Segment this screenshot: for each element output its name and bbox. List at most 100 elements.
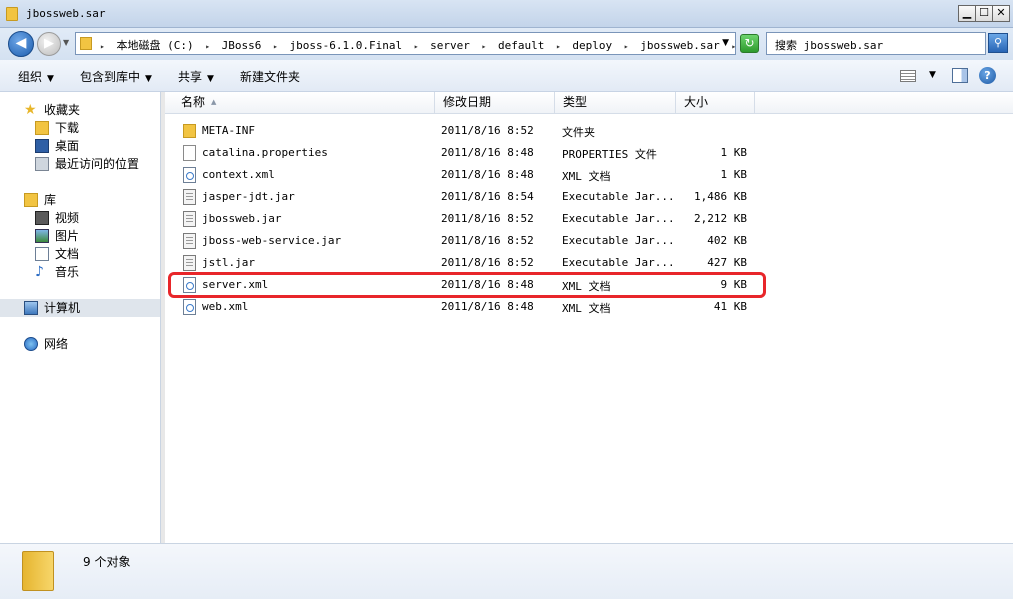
column-header-date[interactable]: 修改日期: [435, 92, 555, 113]
file-row[interactable]: jboss-web-service.jar 2011/8/16 8:52 Exe…: [165, 230, 1013, 252]
chevron-right-icon[interactable]: ▸: [205, 42, 210, 51]
close-button[interactable]: ✕: [992, 5, 1010, 22]
maximize-button[interactable]: ☐: [975, 5, 993, 22]
file-size: 1,486 KB: [694, 190, 747, 203]
nav-label: 音乐: [55, 265, 80, 279]
file-type: 文件夹: [562, 126, 595, 139]
address-bar[interactable]: ▸ 本地磁盘 (C:) ▸ JBoss6 ▸ jboss-6.1.0.Final…: [75, 32, 736, 55]
file-row[interactable]: context.xml 2011/8/16 8:48 XML 文档 1 KB: [165, 164, 1013, 186]
chevron-right-icon[interactable]: ▸: [100, 42, 105, 51]
view-options-icon[interactable]: [900, 70, 916, 82]
file-row[interactable]: META-INF 2011/8/16 8:52 文件夹: [165, 120, 1013, 142]
network-icon: [24, 337, 38, 351]
file-row[interactable]: jbossweb.jar 2011/8/16 8:52 Executable J…: [165, 208, 1013, 230]
file-date: 2011/8/16 8:52: [441, 124, 534, 137]
nav-favorites[interactable]: ★ 收藏夹: [0, 101, 160, 119]
nav-desktop[interactable]: 桌面: [0, 137, 160, 155]
help-icon[interactable]: ?: [979, 67, 996, 84]
star-icon: ★: [24, 102, 37, 118]
nav-documents[interactable]: 文档: [0, 245, 160, 263]
share-menu[interactable]: 共享 ▼: [178, 68, 214, 85]
chevron-right-icon[interactable]: ▸: [731, 42, 736, 51]
chevron-right-icon[interactable]: ▸: [273, 42, 278, 51]
nav-label: 库: [44, 193, 57, 207]
details-pane: 9 个对象: [0, 543, 1013, 599]
include-in-library-label: 包含到库中: [80, 70, 141, 84]
chevron-right-icon[interactable]: ▸: [482, 42, 487, 51]
nav-recent[interactable]: 最近访问的位置: [0, 155, 160, 173]
window-title: jbossweb.sar: [26, 7, 106, 20]
file-row[interactable]: jasper-jdt.jar 2011/8/16 8:54 Executable…: [165, 186, 1013, 208]
share-label: 共享: [178, 70, 203, 84]
back-button[interactable]: ◀: [8, 31, 34, 57]
column-header-size[interactable]: 大小: [676, 92, 755, 113]
forward-button[interactable]: ▶: [37, 32, 61, 56]
navigation-pane: ★ 收藏夹 下载 桌面 最近访问的位置 库 视频 图片 文档 ♪ 音乐 计算机 …: [0, 92, 161, 543]
minimize-button[interactable]: ▁: [958, 5, 976, 22]
nav-computer[interactable]: 计算机: [0, 299, 160, 317]
file-row[interactable]: catalina.properties 2011/8/16 8:48 PROPE…: [165, 142, 1013, 164]
chevron-right-icon[interactable]: ▸: [556, 42, 561, 51]
folder-icon: [183, 124, 196, 138]
music-icon: ♪: [35, 264, 44, 280]
breadcrumb-item[interactable]: jboss-6.1.0.Final: [289, 39, 402, 52]
jar-file-icon: [183, 233, 196, 249]
folder-icon: [80, 37, 92, 50]
chevron-down-icon[interactable]: ▼: [722, 38, 729, 48]
include-in-library-menu[interactable]: 包含到库中 ▼: [80, 68, 152, 85]
file-date: 2011/8/16 8:54: [441, 190, 534, 203]
organize-menu[interactable]: 组织 ▼: [18, 68, 54, 85]
folder-icon: [22, 551, 54, 591]
new-folder-button[interactable]: 新建文件夹: [240, 68, 300, 85]
nav-label: 计算机: [44, 301, 81, 315]
refresh-button[interactable]: ↻: [740, 34, 759, 53]
nav-network[interactable]: 网络: [0, 335, 160, 353]
nav-libraries[interactable]: 库: [0, 191, 160, 209]
column-header-type[interactable]: 类型: [555, 92, 676, 113]
search-input[interactable]: 搜索 jbossweb.sar: [766, 32, 986, 55]
preview-pane-icon[interactable]: [952, 68, 968, 83]
file-size: 2,212 KB: [694, 212, 747, 225]
file-size: 402 KB: [707, 234, 747, 247]
nav-music[interactable]: ♪ 音乐: [0, 263, 160, 281]
chevron-right-icon[interactable]: ▸: [414, 42, 419, 51]
breadcrumb-item[interactable]: jbossweb.sar: [640, 39, 719, 52]
nav-label: 视频: [55, 211, 80, 225]
breadcrumb-item[interactable]: JBoss6: [222, 39, 262, 52]
file-size: 1 KB: [720, 168, 748, 181]
nav-downloads[interactable]: 下载: [0, 119, 160, 137]
file-row[interactable]: jstl.jar 2011/8/16 8:52 Executable Jar..…: [165, 252, 1013, 274]
file-name: catalina.properties: [202, 146, 328, 159]
breadcrumb-item[interactable]: server: [430, 39, 470, 52]
title-bar: jbossweb.sar ▁ ☐ ✕: [0, 0, 1013, 28]
file-name: jstl.jar: [202, 256, 255, 269]
file-size: 41 KB: [713, 300, 747, 313]
history-dropdown[interactable]: ▼: [63, 38, 69, 47]
file-row[interactable]: web.xml 2011/8/16 8:48 XML 文档 41 KB: [165, 296, 1013, 318]
file-name: web.xml: [202, 300, 249, 313]
file-date: 2011/8/16 8:52: [441, 234, 534, 247]
file-size: 1 KB: [720, 146, 748, 159]
file-name: META-INF: [202, 124, 255, 137]
jar-file-icon: [183, 255, 196, 271]
breadcrumb-item[interactable]: 本地磁盘 (C:): [116, 39, 193, 52]
jar-file-icon: [183, 211, 196, 227]
item-count: 9 个对象: [83, 555, 131, 569]
file-size: 427 KB: [707, 256, 747, 269]
documents-icon: [35, 247, 49, 261]
nav-label: 文档: [55, 247, 80, 261]
sort-ascending-icon: ▲: [211, 98, 217, 106]
breadcrumb-item[interactable]: default: [498, 39, 544, 52]
file-date: 2011/8/16 8:52: [441, 212, 534, 225]
file-type: PROPERTIES 文件: [562, 148, 657, 161]
nav-pictures[interactable]: 图片: [0, 227, 160, 245]
column-header-name[interactable]: 名称 ▲: [173, 92, 435, 113]
search-icon[interactable]: ⚲: [988, 33, 1008, 53]
chevron-right-icon[interactable]: ▸: [624, 42, 629, 51]
column-headers: 名称 ▲ 修改日期 类型 大小: [165, 92, 1013, 114]
nav-label: 网络: [44, 337, 69, 351]
nav-videos[interactable]: 视频: [0, 209, 160, 227]
breadcrumb-item[interactable]: deploy: [572, 39, 612, 52]
chevron-down-icon[interactable]: ▼: [929, 70, 936, 80]
nav-label: 最近访问的位置: [55, 157, 140, 171]
